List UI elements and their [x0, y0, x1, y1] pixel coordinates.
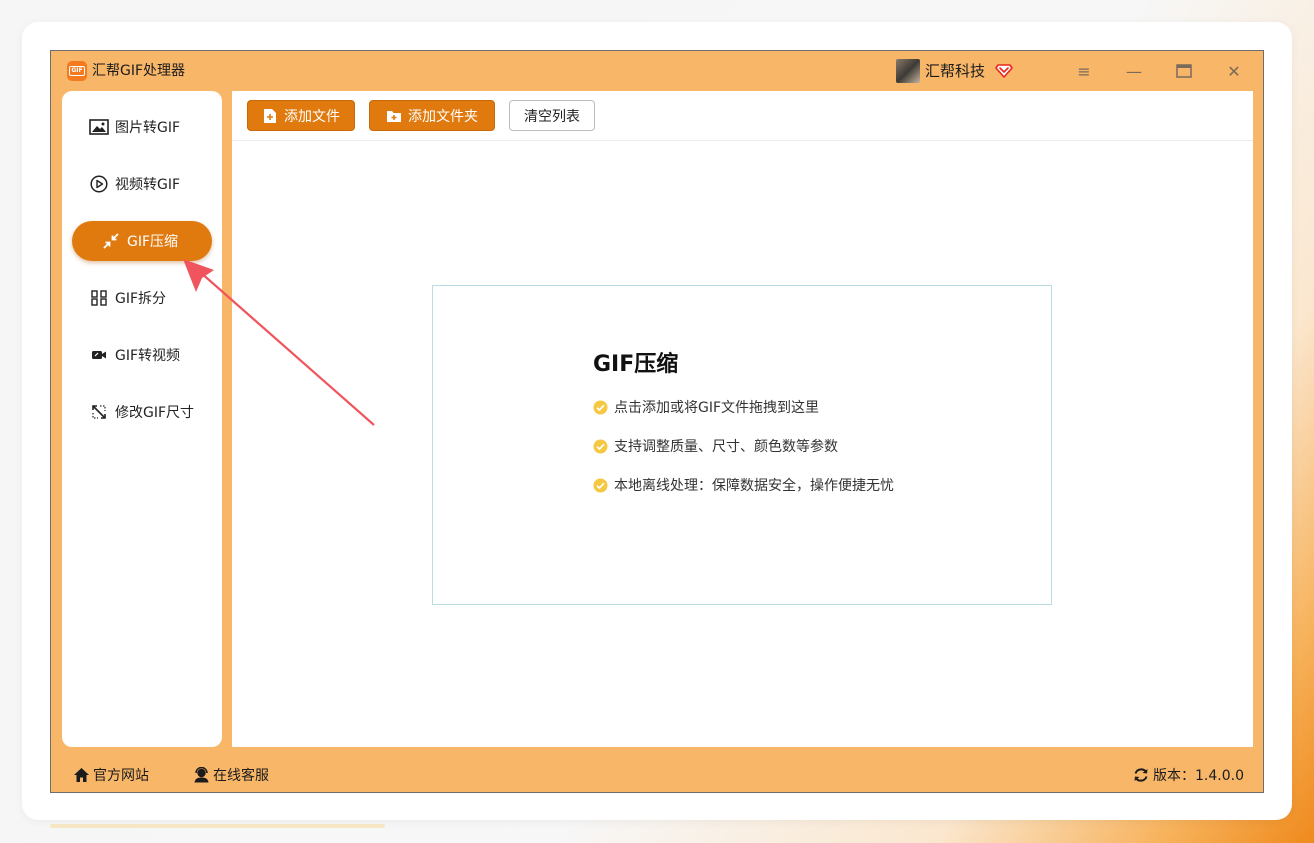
- sidebar-item-label: GIF压缩: [127, 234, 179, 250]
- online-support-link[interactable]: 在线客服: [192, 765, 269, 785]
- sidebar-item-label: 修改GIF尺寸: [115, 405, 195, 421]
- resize-icon: [89, 402, 109, 422]
- version-info[interactable]: 版本：1.4.0.0: [1132, 765, 1244, 785]
- maximize-icon[interactable]: [1173, 60, 1195, 82]
- dropzone-hint-text: 点击添加或将GIF文件拖拽到这里: [614, 400, 820, 416]
- dropzone-hint-text: 本地离线处理：保障数据安全，操作便捷无忧: [614, 478, 894, 494]
- dropzone-hint: 支持调整质量、尺寸、颜色数等参数: [593, 436, 838, 456]
- play-circle-icon: [89, 174, 109, 194]
- image-icon: [89, 117, 109, 137]
- support-agent-icon: [192, 766, 210, 784]
- user-avatar[interactable]: [896, 59, 920, 83]
- add-folder-button[interactable]: 添加文件夹: [369, 100, 495, 131]
- app-logo-text: GIF: [69, 66, 85, 76]
- add-file-icon: [262, 108, 278, 124]
- file-drop-zone[interactable]: GIF压缩 点击添加或将GIF文件拖拽到这里 支持调整质量、尺寸、颜色数等参数 …: [432, 285, 1052, 605]
- sidebar-item-label: GIF拆分: [115, 291, 167, 307]
- decorative-underline: [50, 824, 385, 828]
- app-window: GIF 汇帮GIF处理器 汇帮科技 ≡ — ✕ 图片转GIF 视频转GIF GI…: [50, 50, 1264, 793]
- add-folder-icon: [386, 108, 402, 124]
- sidebar-item-label: 视频转GIF: [115, 177, 181, 193]
- vip-diamond-icon[interactable]: [995, 61, 1013, 79]
- check-circle-icon: [593, 400, 608, 414]
- sidebar-item-gif-split[interactable]: GIF拆分: [72, 278, 212, 318]
- sidebar-item-gif-resize[interactable]: 修改GIF尺寸: [72, 392, 212, 432]
- add-file-button[interactable]: 添加文件: [247, 100, 355, 131]
- dropzone-hint: 本地离线处理：保障数据安全，操作便捷无忧: [593, 475, 894, 495]
- minimize-icon[interactable]: —: [1123, 60, 1145, 82]
- sidebar-item-gif-to-video[interactable]: GIF转视频: [72, 335, 212, 375]
- home-icon: [72, 766, 90, 784]
- dropzone-title: GIF压缩: [593, 352, 679, 377]
- status-bar: 官方网站 在线客服 版本：1.4.0.0: [51, 757, 1263, 793]
- check-circle-icon: [593, 439, 608, 453]
- app-title: 汇帮GIF处理器: [92, 63, 186, 79]
- online-support-label: 在线客服: [213, 768, 269, 784]
- sidebar-item-label: 图片转GIF: [115, 120, 181, 136]
- toolbar: 添加文件 添加文件夹 清空列表: [232, 91, 1253, 141]
- menu-icon[interactable]: ≡: [1073, 60, 1095, 82]
- official-website-label: 官方网站: [93, 768, 149, 784]
- dropzone-hint: 点击添加或将GIF文件拖拽到这里: [593, 397, 819, 417]
- clear-list-button[interactable]: 清空列表: [509, 100, 595, 131]
- user-name[interactable]: 汇帮科技: [925, 61, 985, 81]
- sidebar-item-label: GIF转视频: [115, 348, 181, 364]
- check-circle-icon: [593, 478, 608, 492]
- sidebar-item-gif-compress[interactable]: GIF压缩: [72, 221, 212, 261]
- official-website-link[interactable]: 官方网站: [72, 765, 149, 785]
- add-file-label: 添加文件: [284, 108, 340, 125]
- compress-arrows-icon: [101, 231, 121, 251]
- refresh-icon: [1132, 766, 1150, 784]
- sidebar: 图片转GIF 视频转GIF GIF压缩 GIF拆分 GIF转视频 修改GIF尺寸: [62, 91, 222, 747]
- video-camera-icon: [89, 345, 109, 365]
- close-icon[interactable]: ✕: [1223, 60, 1245, 82]
- sidebar-item-video-to-gif[interactable]: 视频转GIF: [72, 164, 212, 204]
- main-panel: 添加文件 添加文件夹 清空列表 GIF压缩 点击添加或将GIF文件拖拽到这里 支…: [232, 91, 1253, 747]
- dropzone-hint-text: 支持调整质量、尺寸、颜色数等参数: [614, 439, 838, 455]
- split-grid-icon: [89, 288, 109, 308]
- version-label: 版本：1.4.0.0: [1153, 768, 1244, 784]
- app-logo-icon: GIF: [67, 61, 87, 81]
- sidebar-item-image-to-gif[interactable]: 图片转GIF: [72, 107, 212, 147]
- title-bar: GIF 汇帮GIF处理器 汇帮科技 ≡ — ✕: [51, 51, 1263, 91]
- add-folder-label: 添加文件夹: [408, 108, 478, 125]
